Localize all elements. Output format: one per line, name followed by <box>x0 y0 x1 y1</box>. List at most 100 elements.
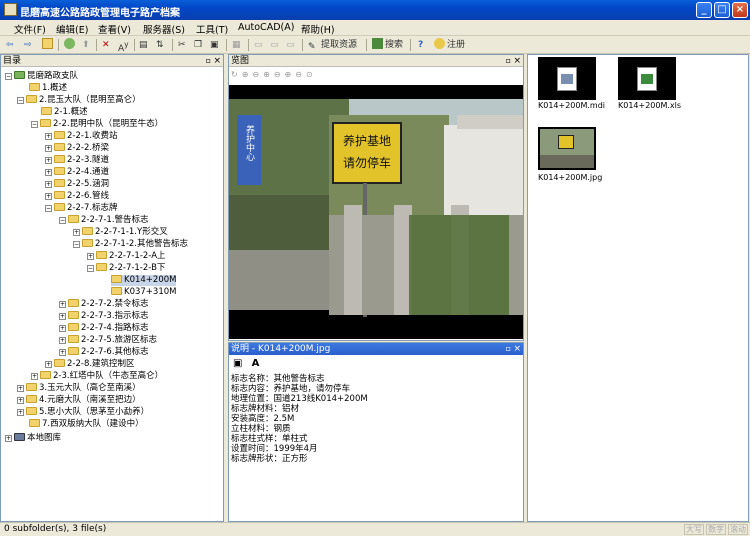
register-button[interactable]: 注册 <box>434 38 465 52</box>
print-icon[interactable]: ▦ <box>232 38 241 52</box>
app-icon <box>4 3 17 16</box>
tree-node[interactable]: K037+310M <box>111 287 176 298</box>
menu-view[interactable]: 查看(V) <box>98 22 131 36</box>
tree-node[interactable]: + 本地图库 <box>5 433 61 444</box>
menu-autocad[interactable]: AutoCAD(A) <box>238 22 294 33</box>
zoom-reset-icon[interactable]: ⊖ <box>295 70 306 79</box>
tree-node[interactable]: +2-2-7-1-2-A上 <box>87 251 166 262</box>
tree-panel-title: 目录 <box>3 56 22 66</box>
menu-help[interactable]: 帮助(H) <box>301 22 335 36</box>
caps-lock-indicator: 大写 <box>684 524 704 535</box>
font-icon[interactable]: A <box>252 358 260 369</box>
tree-node[interactable]: +2-2-3.隧道 <box>45 155 109 166</box>
preview-panel-header: 览图 ▫ × <box>229 55 523 67</box>
preview-photo: 养护中心 养护基地 请勿停车 <box>229 85 523 339</box>
menu-file[interactable]: 文件(F) <box>14 22 46 36</box>
save-icon[interactable]: ▣ <box>233 358 242 369</box>
tree-node[interactable]: +2-2-5.涵洞 <box>45 179 109 190</box>
tree-node[interactable]: +2-2-7-3.指示标志 <box>59 311 149 322</box>
folder-link-icon[interactable]: ▭ <box>286 38 295 52</box>
select-icon[interactable]: ⊙ <box>306 70 317 79</box>
back-icon[interactable]: ⇦ <box>6 38 14 52</box>
tree-node[interactable]: +2-3.红塔中队（牛态至高仑） <box>31 371 163 382</box>
tree-node[interactable]: −2-2-7-1-2-B下 <box>87 263 165 274</box>
pin-icon[interactable]: ▫ <box>506 343 511 355</box>
tree-node[interactable]: 7.西双版纳大队（建设中） <box>29 419 144 430</box>
menu-edit[interactable]: 编辑(E) <box>56 22 88 36</box>
tree-node[interactable]: +3.玉元大队（高仑至南溪） <box>17 383 141 394</box>
tree-node[interactable]: +2-2-7-1-1.Y形交叉 <box>73 227 168 238</box>
tree-node-selected[interactable]: K014+200M <box>111 275 177 286</box>
file-thumbnail-jpg[interactable] <box>538 127 596 170</box>
tree-node[interactable]: +2-2-2.桥梁 <box>45 143 109 154</box>
description-panel: 说明 - K014+200M.jpg ▫ × ▣ A 标志名称：其他警告标志 标… <box>228 342 524 522</box>
tree-node[interactable]: +2-2-6.管线 <box>45 191 109 202</box>
file-thumbnail-xls[interactable] <box>618 57 676 100</box>
document-icon <box>557 67 577 91</box>
help-icon[interactable]: ? <box>418 38 423 52</box>
rename-icon[interactable]: Ay <box>118 38 129 54</box>
forward-icon[interactable]: ⇨ <box>24 38 32 52</box>
tree-node[interactable]: +2-2-7-5.旅游区标志 <box>59 335 157 346</box>
zoom-out-icon[interactable]: ⊖ <box>252 70 263 79</box>
file-name[interactable]: K014+200M.jpg <box>538 173 602 182</box>
tree-node[interactable]: −2-2-7.标志牌 <box>45 203 118 214</box>
sort-icon[interactable]: ⇅ <box>156 38 164 52</box>
file-name[interactable]: K014+200M.mdi <box>538 101 605 110</box>
tree-node[interactable]: −2-2-7-1.警告标志 <box>59 215 149 226</box>
properties-icon[interactable]: ▤ <box>139 38 148 52</box>
tree-node[interactable]: +5.思小大队（思茅至小勐养） <box>17 407 149 418</box>
num-lock-indicator: 数字 <box>706 524 726 535</box>
tree-node[interactable]: +2-2-4.通道 <box>45 167 109 178</box>
cancel-icon[interactable]: ✕ <box>102 38 110 52</box>
maximize-button[interactable]: □ <box>714 2 730 18</box>
zoom-in-icon[interactable]: ⊕ <box>242 70 253 79</box>
tree-node[interactable]: −2.昆玉大队（昆明至高仑） <box>17 95 141 106</box>
tree-node[interactable]: +2-2-1.收费站 <box>45 131 118 142</box>
copy-icon[interactable]: ❐ <box>194 38 202 52</box>
tree-node[interactable]: −2-2.昆明中队（昆明至牛态） <box>31 119 163 130</box>
cut-icon[interactable]: ✂ <box>178 38 186 52</box>
tree-node[interactable]: +2-2-7-4.指路标志 <box>59 323 149 334</box>
zoom-100-icon[interactable]: ⊖ <box>274 70 285 79</box>
folder-open-icon[interactable]: ▭ <box>254 38 263 52</box>
close-panel-icon[interactable]: × <box>513 55 521 67</box>
preview-panel: 览图 ▫ × ↻⊕⊖⊕⊖⊕⊖⊙ 养护中心 养护基地 请勿停车 <box>228 54 524 341</box>
file-thumbnail-mdi[interactable] <box>538 57 596 100</box>
refresh-icon[interactable] <box>64 38 77 52</box>
tree-node[interactable]: 2-1.概述 <box>41 107 88 118</box>
blue-sign-text: 养护中心 <box>244 124 255 161</box>
pin-icon[interactable]: ▫ <box>506 55 511 67</box>
paste-icon[interactable]: ▣ <box>210 38 219 52</box>
zoom-region-icon[interactable]: ⊕ <box>285 70 296 79</box>
title-bar: 昆磨高速公路路政管理电子路产档案 _ □ × <box>0 0 750 20</box>
tree-node[interactable]: 1.概述 <box>29 83 67 94</box>
preview-panel-title: 览图 <box>231 56 250 66</box>
menu-server[interactable]: 服务器(S) <box>143 22 185 36</box>
tree-node[interactable]: +2-2-8.建筑控制区 <box>45 359 135 370</box>
close-button[interactable]: × <box>732 2 748 18</box>
tree-panel-header: 目录 ▫ × <box>1 55 223 67</box>
pin-icon[interactable]: ▫ <box>206 55 211 67</box>
zoom-fit-icon[interactable]: ⊕ <box>263 70 274 79</box>
folder-up-icon[interactable] <box>42 38 55 52</box>
extract-resource-button[interactable]: ✎ 提取资源 <box>308 38 357 52</box>
search-button[interactable]: 搜索 <box>372 38 403 52</box>
toolbar: ⇦ ⇨ ⬆ ✕ Ay ▤ ⇅ ✂ ❐ ▣ ▦ ▭ ▭ ▭ ✎ 提取资源 搜索 ? … <box>0 36 750 54</box>
minimize-button[interactable]: _ <box>696 2 712 18</box>
description-line: 标志牌形状：正方形 <box>231 454 308 464</box>
description-line: 标志名称：其他警告标志 <box>231 374 325 384</box>
delete-icon[interactable]: ⬆ <box>82 38 90 52</box>
tree-node[interactable]: +2-2-7-2.禁令标志 <box>59 299 149 310</box>
file-name[interactable]: K014+200M.xls <box>618 101 681 110</box>
menu-tools[interactable]: 工具(T) <box>196 22 228 36</box>
tree-node[interactable]: +2-2-7-6.其他标志 <box>59 347 149 358</box>
close-panel-icon[interactable]: × <box>213 55 221 67</box>
tree-node[interactable]: − 昆磨路政支队 <box>5 71 78 82</box>
folder-search-icon[interactable]: ▭ <box>270 38 279 52</box>
tree-node[interactable]: +4.元磨大队（南溪至把边） <box>17 395 141 406</box>
rotate-icon[interactable]: ↻ <box>231 70 242 79</box>
tree-node[interactable]: −2-2-7-1-2.其他警告标志 <box>73 239 188 250</box>
close-panel-icon[interactable]: × <box>513 343 521 355</box>
status-bar: 0 subfolder(s), 3 file(s) 大写 数字 滚动 <box>0 522 750 535</box>
